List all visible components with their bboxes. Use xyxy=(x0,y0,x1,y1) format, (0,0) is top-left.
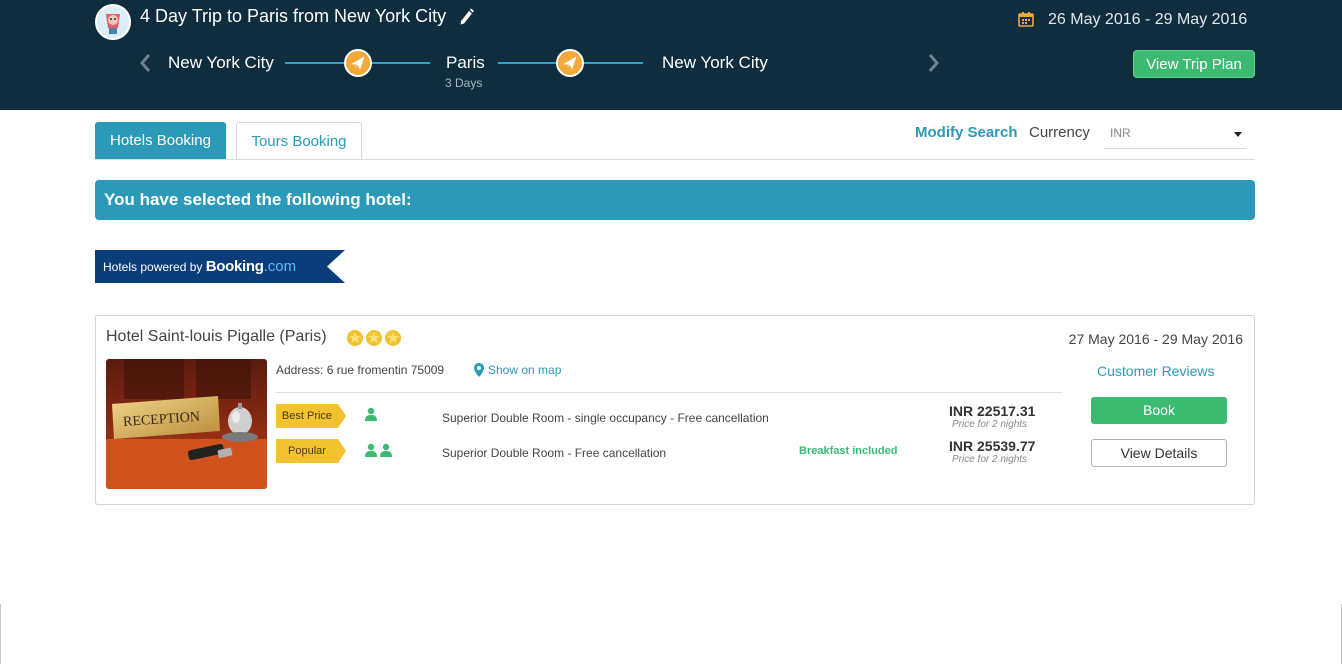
best-price-tag: Best Price xyxy=(276,404,348,428)
pencil-icon[interactable] xyxy=(458,6,474,26)
calendar-icon xyxy=(1018,11,1034,27)
hotel-name[interactable]: Hotel Saint-louis Pigalle (Paris) xyxy=(106,328,327,346)
star-icon xyxy=(385,330,401,346)
currency-label: Currency xyxy=(1029,124,1090,141)
view-trip-plan-button[interactable]: View Trip Plan xyxy=(1133,50,1255,78)
route-destination-duration: 3 Days xyxy=(445,76,483,90)
booking-logo-suffix: .com xyxy=(263,258,297,275)
single-occupancy-icon xyxy=(364,407,378,426)
route-origin: New York City xyxy=(168,53,274,72)
trip-title: 4 Day Trip to Paris from New York City xyxy=(140,6,447,26)
window-edge xyxy=(0,604,1,664)
trip-dates: 26 May 2016 - 29 May 2016 xyxy=(1048,11,1248,28)
breakfast-included-label: Breakfast included xyxy=(799,445,898,457)
currency-value: INR xyxy=(1110,126,1131,140)
avatar[interactable] xyxy=(95,4,131,40)
customer-reviews-link[interactable]: Customer Reviews xyxy=(1097,363,1214,379)
book-button[interactable]: Book xyxy=(1091,397,1227,424)
map-pin-icon[interactable] xyxy=(474,363,484,377)
popular-tag: Popular xyxy=(276,439,348,463)
show-on-map-link[interactable]: Show on map xyxy=(488,363,561,377)
double-occupancy-icon xyxy=(364,443,394,462)
star-rating xyxy=(347,329,401,347)
selected-hotel-banner: You have selected the following hotel: xyxy=(95,180,1255,220)
tab-divider xyxy=(95,159,1255,160)
room-description: Superior Double Room - single occupancy … xyxy=(442,411,769,425)
caret-down-icon xyxy=(1234,132,1242,137)
hotel-address: Address: 6 rue fromentin 75009 xyxy=(276,363,445,377)
airplane-icon xyxy=(556,49,584,77)
tab-hotels-booking[interactable]: Hotels Booking xyxy=(95,122,226,159)
hotel-image[interactable]: RECEPTION xyxy=(106,359,267,489)
booking-powered-badge: Hotels powered by Booking.com xyxy=(95,250,345,283)
tab-tours-booking[interactable]: Tours Booking xyxy=(236,122,362,159)
route-destination: Paris xyxy=(446,53,485,72)
star-icon xyxy=(347,330,363,346)
hotel-card: Hotel Saint-louis Pigalle (Paris) 27 May… xyxy=(95,315,1255,505)
booking-badge-text: Hotels powered by Booking.com xyxy=(103,258,296,275)
divider xyxy=(276,392,1062,393)
room-description: Superior Double Room - Free cancellation xyxy=(442,446,667,460)
price-note: Price for 2 nights xyxy=(952,454,1028,465)
price-note: Price for 2 nights xyxy=(952,419,1028,430)
currency-select[interactable]: INR xyxy=(1104,119,1246,149)
view-details-button[interactable]: View Details xyxy=(1091,439,1227,467)
chevron-left-icon[interactable] xyxy=(138,52,154,74)
airplane-icon xyxy=(344,49,372,77)
banner-text: You have selected the following hotel: xyxy=(104,190,412,209)
chevron-right-icon[interactable] xyxy=(925,52,941,74)
tag-label: Best Price xyxy=(276,404,338,428)
booking-logo: Booking xyxy=(205,258,264,275)
stay-dates: 27 May 2016 - 29 May 2016 xyxy=(1068,331,1243,347)
room-price: INR 22517.31 xyxy=(949,403,1036,419)
modify-search-link[interactable]: Modify Search xyxy=(915,124,1018,141)
booking-prefix: Hotels powered by xyxy=(103,260,203,274)
route-return: New York City xyxy=(662,53,768,72)
room-price: INR 25539.77 xyxy=(949,438,1036,454)
star-icon xyxy=(366,330,382,346)
trip-header: 4 Day Trip to Paris from New York City 2… xyxy=(0,0,1342,110)
tag-label: Popular xyxy=(276,439,338,463)
